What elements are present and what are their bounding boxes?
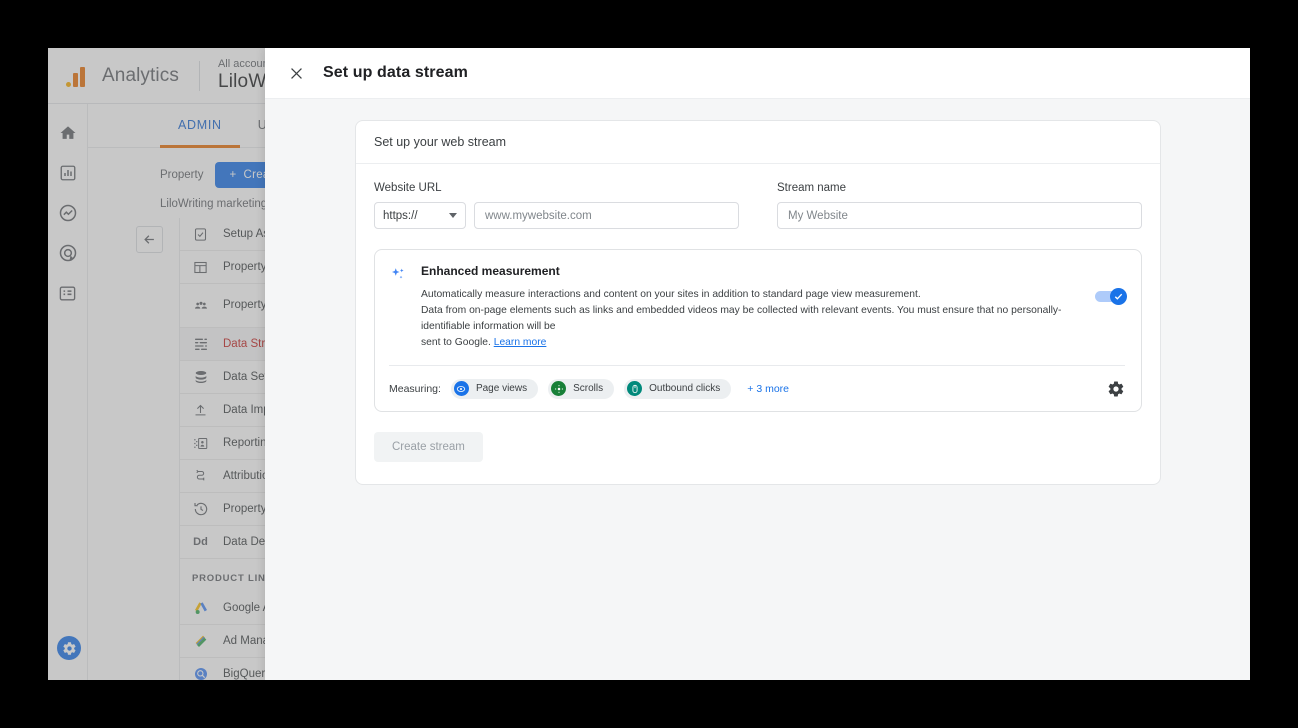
protocol-select[interactable]: https:// bbox=[374, 202, 466, 229]
upload-icon bbox=[192, 402, 209, 419]
dialog-header: Set up data stream bbox=[265, 48, 1250, 99]
reports-icon[interactable] bbox=[57, 162, 79, 184]
left-icon-rail bbox=[48, 104, 88, 680]
window-icon bbox=[192, 259, 209, 276]
stream-name-field: Stream name My Website bbox=[777, 182, 1142, 229]
web-stream-card: Set up your web stream Website URL https… bbox=[355, 120, 1161, 485]
library-icon[interactable] bbox=[57, 282, 79, 304]
setup-data-stream-dialog: Set up data stream Set up your web strea… bbox=[265, 48, 1250, 680]
card-body: Website URL https:// www.mywebsite.com S… bbox=[356, 164, 1160, 484]
checklist-icon bbox=[192, 226, 209, 243]
stream-name-label: Stream name bbox=[777, 182, 847, 194]
attribution-icon bbox=[192, 468, 209, 485]
dd-icon: Dd bbox=[193, 536, 208, 548]
dialog-title: Set up data stream bbox=[323, 64, 468, 81]
chevron-down-icon bbox=[449, 213, 457, 218]
learn-more-link[interactable]: Learn more bbox=[494, 337, 547, 348]
google-ads-icon bbox=[192, 600, 209, 617]
header-divider bbox=[198, 60, 200, 91]
analytics-app-window: Analytics All accounts > LiloWriti LiloW… bbox=[48, 48, 1250, 680]
chip-label: Outbound clicks bbox=[649, 383, 721, 395]
enhanced-measurement-description: Automatically measure interactions and c… bbox=[421, 287, 1069, 351]
chip-page-views[interactable]: Page views bbox=[450, 378, 539, 399]
gear-icon[interactable] bbox=[1107, 380, 1125, 398]
chip-label: Page views bbox=[475, 383, 528, 395]
sparkle-icon bbox=[389, 264, 409, 351]
collapse-back-button[interactable] bbox=[136, 226, 163, 253]
people-icon bbox=[192, 297, 209, 314]
identity-icon bbox=[192, 435, 209, 452]
more-events-link[interactable]: + 3 more bbox=[747, 383, 789, 395]
eye-icon bbox=[453, 381, 469, 397]
scroll-icon bbox=[551, 381, 567, 397]
measuring-label: Measuring: bbox=[389, 382, 441, 395]
fields-row: Website URL https:// www.mywebsite.com S… bbox=[374, 182, 1142, 229]
streams-icon bbox=[192, 336, 209, 353]
close-icon[interactable] bbox=[287, 64, 305, 82]
ad-manager-icon bbox=[192, 633, 209, 650]
desc-line-2: Data from on-page elements such as links… bbox=[421, 304, 1062, 332]
tab-admin[interactable]: ADMIN bbox=[160, 104, 240, 148]
website-url-label: Website URL bbox=[374, 182, 442, 194]
stream-name-input[interactable]: My Website bbox=[777, 202, 1142, 229]
create-stream-button[interactable]: Create stream bbox=[374, 431, 483, 462]
chip-scrolls[interactable]: Scrolls bbox=[548, 378, 615, 399]
website-url-field: Website URL https:// www.mywebsite.com bbox=[374, 182, 739, 229]
analytics-logo-icon bbox=[58, 65, 92, 87]
enhanced-measurement-title: Enhanced measurement bbox=[421, 264, 560, 278]
property-label: Property bbox=[160, 169, 204, 181]
plus-icon: + bbox=[229, 169, 237, 181]
desc-line-3: sent to Google. bbox=[421, 336, 491, 348]
enhanced-measurement-toggle[interactable] bbox=[1095, 288, 1127, 305]
chip-outbound-clicks[interactable]: Outbound clicks bbox=[624, 378, 732, 399]
explore-icon[interactable] bbox=[57, 202, 79, 224]
protocol-value: https:// bbox=[383, 209, 418, 222]
chip-label: Scrolls bbox=[573, 383, 604, 395]
bigquery-icon bbox=[192, 666, 209, 680]
database-icon bbox=[192, 369, 209, 386]
admin-gear-icon[interactable] bbox=[57, 636, 81, 660]
advertising-icon[interactable] bbox=[57, 242, 79, 264]
website-url-input[interactable]: www.mywebsite.com bbox=[474, 202, 739, 229]
desc-line-1: Automatically measure interactions and c… bbox=[421, 289, 921, 300]
toggle-knob bbox=[1110, 288, 1127, 305]
enhanced-measurement-panel: Enhanced measurement Automatically measu… bbox=[374, 249, 1142, 412]
measuring-row: Measuring: Page views Scrolls Outbound c… bbox=[389, 366, 1125, 399]
history-icon bbox=[192, 501, 209, 518]
mouse-icon bbox=[627, 381, 643, 397]
home-icon[interactable] bbox=[57, 122, 79, 144]
brand-name: Analytics bbox=[102, 64, 179, 86]
card-header: Set up your web stream bbox=[356, 121, 1160, 164]
